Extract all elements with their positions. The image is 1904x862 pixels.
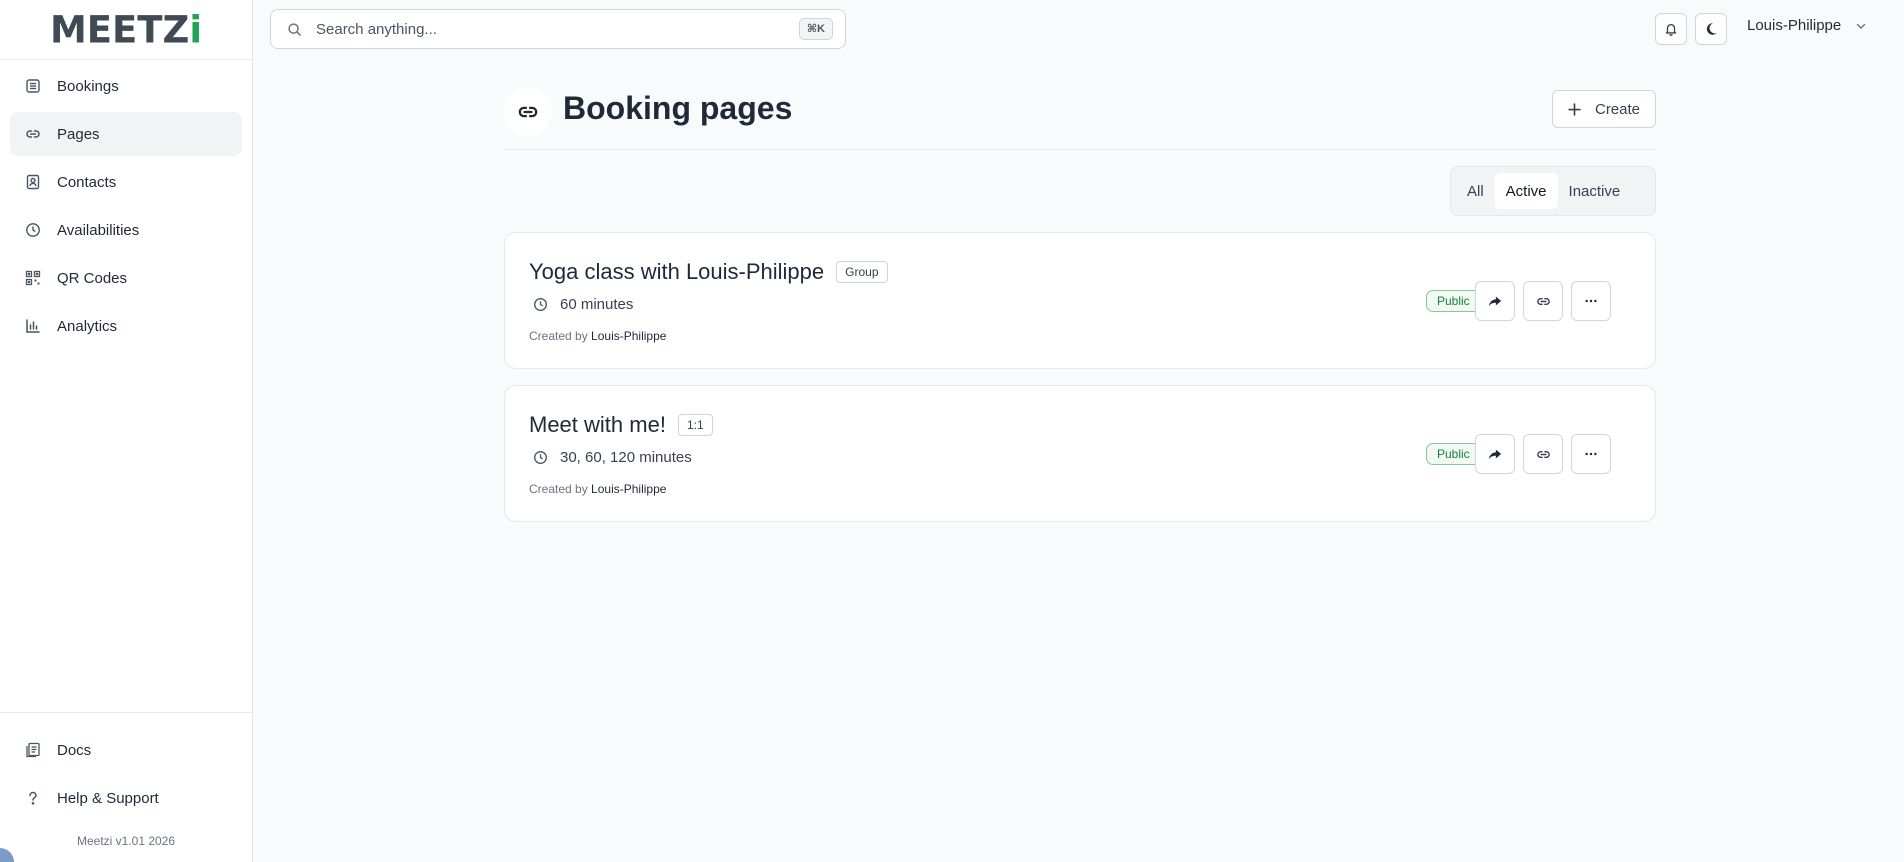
search-shortcut: ⌘K [798, 18, 833, 40]
sidebar-item-label: Pages [57, 125, 100, 143]
more-options-button[interactable] [1571, 434, 1611, 474]
logo[interactable]: MEETZi [50, 8, 202, 52]
sidebar-item-label: Help & Support [57, 789, 159, 807]
more-options-button[interactable] [1571, 281, 1611, 321]
type-badge: 1:1 [677, 414, 713, 436]
docs-icon [24, 741, 42, 759]
question-icon [24, 789, 42, 807]
duration-text: 30, 60, 120 minutes [560, 449, 692, 466]
tab-all[interactable]: All [1456, 173, 1495, 209]
sidebar-item-label: Contacts [57, 173, 117, 191]
card-title-row: Meet with me! 1:1 [529, 412, 713, 438]
duration: 60 minutes [533, 296, 633, 313]
sidebar: MEETZi Bookings Pages Contacts Availabil… [0, 0, 253, 862]
logo-accent: i [189, 7, 203, 52]
copy-link-button[interactable] [1523, 434, 1563, 474]
booking-page-card[interactable]: Yoga class with Louis-Philippe Group 60 m… [504, 232, 1656, 369]
link-icon [1536, 294, 1551, 309]
tab-inactive[interactable]: Inactive [1558, 173, 1632, 209]
contacts-icon [24, 173, 42, 191]
sidebar-item-docs[interactable]: Docs [10, 728, 242, 772]
theme-toggle-button[interactable] [1695, 13, 1727, 45]
link-icon [1536, 447, 1551, 462]
sidebar-item-label: QR Codes [57, 269, 128, 287]
clock-icon [24, 221, 42, 239]
booking-page-title[interactable]: Meet with me! [529, 412, 666, 437]
sidebar-nav: Bookings Pages Contacts Availabilities Q… [0, 60, 252, 356]
created-by: Created by Louis-Philippe [529, 329, 666, 343]
duration: 30, 60, 120 minutes [533, 449, 692, 466]
qr-code-icon [24, 269, 42, 287]
status-badge: Public [1426, 290, 1481, 312]
create-button[interactable]: Create [1552, 90, 1656, 128]
page-title: Booking pages [563, 90, 793, 126]
logo-main: MEETZ [49, 7, 190, 52]
sidebar-item-label: Bookings [57, 77, 119, 95]
search-bar[interactable]: ⌘K [270, 9, 846, 49]
search-icon [287, 22, 302, 37]
create-button-label: Create [1594, 100, 1641, 118]
share-icon [1488, 447, 1502, 461]
share-icon [1488, 294, 1502, 308]
sidebar-bottom-nav: Docs Help & Support [0, 712, 252, 824]
ellipsis-icon [1584, 447, 1598, 461]
sidebar-item-pages[interactable]: Pages [10, 112, 242, 156]
booking-page-card[interactable]: Meet with me! 1:1 30, 60, 120 minutes Cre… [504, 385, 1656, 522]
sidebar-item-label: Docs [57, 741, 92, 759]
sidebar-item-bookings[interactable]: Bookings [10, 64, 242, 108]
sidebar-item-analytics[interactable]: Analytics [10, 304, 242, 348]
app-version: Meetzi v1.01 2026 [76, 834, 176, 848]
booking-page-title[interactable]: Yoga class with Louis-Philippe [529, 259, 824, 284]
status-badge: Public [1426, 443, 1481, 465]
created-by-prefix: Created by [529, 329, 588, 343]
created-by-prefix: Created by [529, 482, 588, 496]
bookings-icon [24, 77, 42, 95]
link-icon [504, 88, 552, 136]
status-filter: All Active Inactive [1450, 166, 1656, 216]
user-menu[interactable]: Louis-Philippe [1747, 17, 1867, 34]
copy-link-button[interactable] [1523, 281, 1563, 321]
sidebar-item-label: Analytics [57, 317, 118, 335]
sidebar-item-qr-codes[interactable]: QR Codes [10, 256, 242, 300]
created-by: Created by Louis-Philippe [529, 482, 666, 496]
tab-active[interactable]: Active [1494, 173, 1558, 209]
card-title-row: Yoga class with Louis-Philippe Group [529, 259, 888, 285]
clock-icon [533, 450, 548, 465]
user-name: Louis-Philippe [1747, 17, 1842, 34]
plus-icon [1568, 102, 1581, 116]
duration-text: 60 minutes [560, 296, 634, 313]
share-button[interactable] [1475, 281, 1515, 321]
logo-container: MEETZi [0, 0, 252, 60]
type-badge: Group [836, 261, 888, 283]
sidebar-item-availabilities[interactable]: Availabilities [10, 208, 242, 252]
notifications-button[interactable] [1655, 13, 1687, 45]
ellipsis-icon [1584, 294, 1598, 308]
page-header: Booking pages Create [504, 86, 1656, 150]
chevron-down-icon [1855, 20, 1867, 32]
sidebar-item-label: Availabilities [57, 221, 140, 239]
moon-icon [1704, 22, 1718, 36]
search-input[interactable] [316, 20, 756, 38]
sidebar-item-help[interactable]: Help & Support [10, 776, 242, 820]
clock-icon [533, 297, 548, 312]
share-button[interactable] [1475, 434, 1515, 474]
bell-icon [1664, 22, 1678, 36]
author-name: Louis-Philippe [591, 482, 667, 496]
author-name: Louis-Philippe [591, 329, 667, 343]
link-icon [24, 125, 42, 143]
sidebar-item-contacts[interactable]: Contacts [10, 160, 242, 204]
bar-chart-icon [24, 317, 42, 335]
